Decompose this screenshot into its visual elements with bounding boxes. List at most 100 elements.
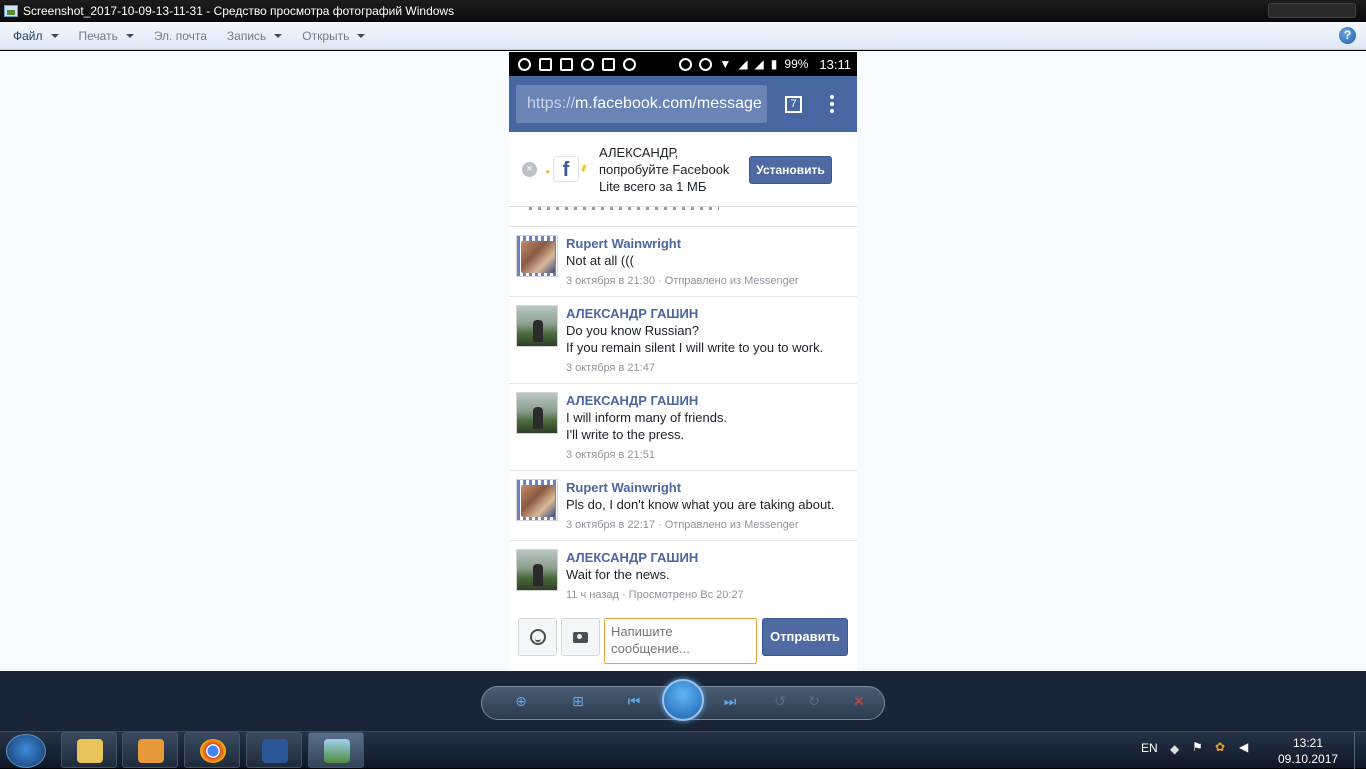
url-field[interactable]: https://m.facebook.com/message [516, 85, 767, 123]
alarm-icon [518, 57, 531, 71]
language-indicator[interactable]: EN [1141, 741, 1158, 755]
slideshow-button[interactable] [662, 679, 704, 721]
avatar[interactable] [516, 479, 558, 521]
zoom-icon[interactable]: ⊕ [512, 694, 530, 708]
message-meta: 3 октября в 21:47 [566, 362, 655, 374]
message-text: Pls do, I don't know what you are taking… [566, 497, 835, 512]
media-player-icon [138, 739, 164, 763]
app-icon [581, 57, 594, 71]
chrome-taskbar-button[interactable] [184, 732, 240, 768]
smiley-icon [529, 629, 546, 645]
tray-app-icon[interactable]: ✿ [1215, 740, 1225, 754]
media-player-taskbar-button[interactable] [122, 732, 178, 768]
message-input[interactable] [604, 618, 757, 664]
battery-percent: 99% [784, 57, 809, 71]
volume-icon[interactable]: ◀ [1239, 740, 1248, 754]
photo-viewer-icon [324, 739, 350, 763]
chevron-down-icon [274, 34, 283, 38]
delete-icon[interactable]: ✕ [850, 694, 868, 708]
word-taskbar-button[interactable] [246, 732, 302, 768]
menu-print[interactable]: Печать [79, 29, 134, 43]
previous-icon[interactable]: ⏮ [625, 694, 643, 708]
message-item: АЛЕКСАНДР ГАШИН Wait for the news. 11 ч … [509, 541, 857, 610]
message-meta: 3 октября в 21:30 · Отправлено из Messen… [566, 275, 799, 287]
flag-icon[interactable]: ⚑ [1192, 740, 1203, 754]
rotate-right-icon[interactable]: ↻ [805, 694, 823, 708]
chrome-icon [200, 739, 226, 763]
install-button[interactable]: Установить [749, 156, 832, 184]
promo-text: АЛЕКСАНДР, попробуйте Facebook Lite всег… [599, 144, 730, 194]
clock-date[interactable]: 09.10.2017 [1278, 752, 1338, 766]
folder-icon [77, 739, 103, 763]
message-text: I'll write to the press. [566, 427, 685, 442]
rotate-left-icon[interactable]: ↺ [771, 694, 789, 708]
message-author[interactable]: Rupert Wainwright [566, 479, 849, 496]
signal-icon: ◢ [754, 57, 764, 71]
message-meta: 3 октября в 22:17 · Отправлено из Messen… [566, 519, 799, 531]
messenger-icon [623, 57, 636, 71]
signal-icon: ◢ [738, 57, 748, 71]
menu-file[interactable]: Файл [13, 29, 59, 43]
tab-count-button[interactable]: 7 [785, 95, 802, 113]
dnd-icon [679, 57, 693, 71]
phone-screenshot: ▼ ◢ ◢ ▮ 99% 13:11 https://m.facebook.com… [509, 52, 857, 671]
message-text: If you remain silent I will write to you… [566, 340, 824, 355]
window-title: Screenshot_2017-10-09-13-11-31 - Средств… [23, 4, 455, 18]
message-author[interactable]: АЛЕКСАНДР ГАШИН [566, 305, 849, 322]
message-item: Rupert Wainwright Pls do, I don't know w… [509, 471, 857, 541]
actual-size-icon[interactable]: ⊞ [569, 694, 587, 708]
chevron-down-icon [50, 34, 59, 38]
facebook-logo-icon: f ✦ ✦ ✦ [544, 156, 588, 182]
avatar[interactable] [516, 305, 558, 347]
menu-email[interactable]: Эл. почта [154, 29, 207, 43]
message-author[interactable]: АЛЕКСАНДР ГАШИН [566, 392, 849, 409]
avatar[interactable] [516, 549, 558, 591]
message-meta: 11 ч назад · Просмотрено Вс 20:27 [566, 589, 744, 601]
avatar[interactable] [516, 235, 558, 277]
avatar[interactable] [516, 392, 558, 434]
message-item: Rupert Wainwright Not at all ((( 3 октяб… [509, 227, 857, 297]
facebook-lite-promo: × f ✦ ✦ ✦ АЛЕКСАНДР, попробуйте Facebook… [509, 132, 857, 207]
clipboard-icon [602, 57, 615, 71]
emoji-button[interactable] [518, 618, 557, 656]
alarm-icon [699, 57, 713, 71]
message-text: Do you know Russian? [566, 323, 699, 338]
message-author[interactable]: Rupert Wainwright [566, 235, 849, 252]
photo-viewer-taskbar-button[interactable] [308, 732, 364, 768]
menu-bar: Файл Печать Эл. почта Запись Открыть ? [0, 22, 1366, 50]
message-text: I will inform many of friends. [566, 410, 728, 425]
browser-menu-icon[interactable] [830, 95, 834, 113]
next-icon[interactable]: ⏭ [721, 694, 739, 708]
send-button[interactable]: Отправить [762, 618, 848, 656]
photo-button[interactable] [561, 618, 600, 656]
notification-icon [539, 57, 552, 71]
title-bar: Screenshot_2017-10-09-13-11-31 - Средств… [0, 0, 1366, 22]
android-status-bar: ▼ ◢ ◢ ▮ 99% 13:11 [509, 52, 857, 76]
status-time: 13:11 [819, 56, 851, 72]
message-meta: 3 октября в 21:51 [566, 449, 655, 461]
help-icon[interactable]: ? [1339, 27, 1356, 44]
photo-viewer-app-icon [4, 5, 18, 17]
camera-icon [573, 631, 588, 643]
clock-time[interactable]: 13:21 [1293, 736, 1323, 750]
browser-toolbar: https://m.facebook.com/message 7 [509, 76, 857, 132]
message-item: АЛЕКСАНДР ГАШИН I will inform many of fr… [509, 384, 857, 471]
taskbar: EN ◆ ⚑ ✿ ◀ 13:21 09.10.2017 [0, 731, 1366, 769]
message-list: Rupert Wainwright Not at all ((( 3 октяб… [509, 227, 857, 610]
window-controls[interactable] [1268, 3, 1356, 18]
network-icon[interactable]: ◆ [1170, 742, 1179, 756]
message-item: АЛЕКСАНДР ГАШИН Do you know Russian? If … [509, 297, 857, 384]
message-text: Wait for the news. [566, 567, 670, 582]
word-icon [262, 739, 288, 763]
wifi-icon: ▼ [719, 57, 732, 71]
chevron-down-icon [125, 34, 134, 38]
close-icon[interactable]: × [522, 161, 537, 177]
battery-icon: ▮ [770, 57, 778, 71]
explorer-taskbar-button[interactable] [61, 732, 117, 768]
message-text: Not at all ((( [566, 253, 634, 268]
message-author[interactable]: АЛЕКСАНДР ГАШИН [566, 549, 849, 566]
menu-open[interactable]: Открыть [302, 29, 366, 43]
start-button[interactable] [6, 734, 46, 768]
menu-burn[interactable]: Запись [227, 29, 283, 43]
show-desktop-button[interactable] [1354, 732, 1366, 769]
